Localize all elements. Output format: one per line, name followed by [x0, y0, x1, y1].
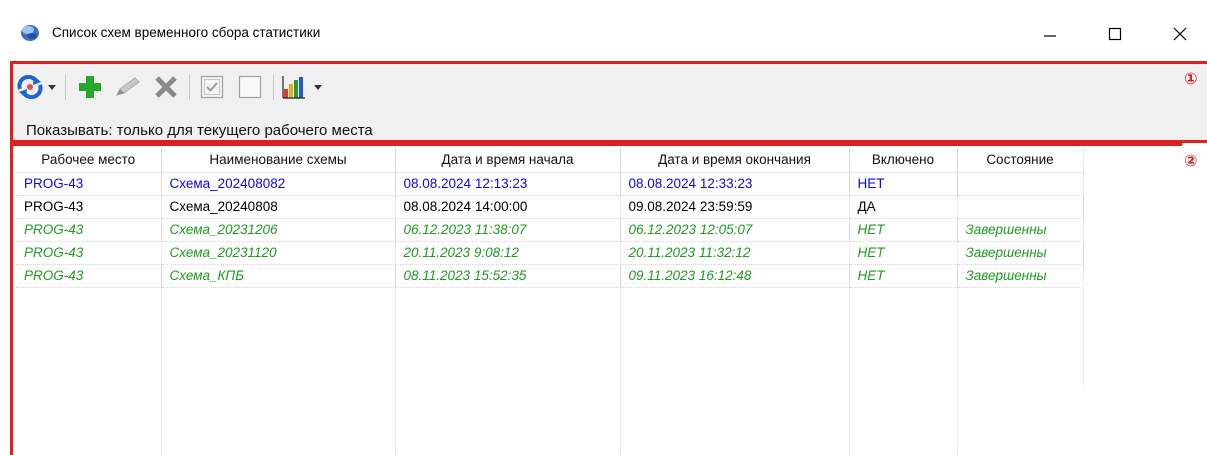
table-header-row: Рабочее место Наименование схемы Дата и … [16, 148, 1084, 173]
column-header-status[interactable]: Состояние [957, 148, 1084, 173]
chevron-down-icon [314, 84, 322, 90]
cell-scheme-name: Схема_202408082 [161, 172, 396, 196]
cell-status [957, 172, 1084, 196]
cell-start-datetime: 08.11.2023 15:52:35 [395, 264, 621, 288]
schemes-table: Рабочее место Наименование схемы Дата и … [16, 148, 1084, 288]
delete-button[interactable] [149, 72, 183, 102]
close-icon [1173, 27, 1187, 41]
refresh-button[interactable] [15, 72, 45, 102]
cell-scheme-name: Схема_20240808 [161, 195, 396, 219]
cell-workplace: PROG-43 [16, 218, 162, 242]
column-header-scheme-name[interactable]: Наименование схемы [161, 148, 396, 173]
column-divider [161, 148, 162, 455]
cell-status: Завершенны [957, 241, 1084, 265]
pencil-icon [116, 77, 140, 96]
refresh-dropdown-arrow[interactable] [47, 72, 57, 102]
plus-icon [79, 76, 101, 98]
disable-button[interactable] [233, 72, 267, 102]
cell-end-datetime: 09.11.2023 16:12:48 [620, 264, 850, 288]
column-divider [395, 148, 396, 455]
toolbar-separator [273, 74, 274, 100]
column-divider [620, 148, 621, 455]
refresh-icon [17, 75, 43, 99]
column-header-end-datetime[interactable]: Дата и время окончания [620, 148, 850, 173]
table-row[interactable]: PROG-43 Схема_КПБ 08.11.2023 15:52:35 09… [16, 264, 1084, 288]
cell-workplace: PROG-43 [16, 172, 162, 196]
cell-enabled: ДА [849, 195, 958, 219]
table-row[interactable]: PROG-43 Схема_20231206 06.12.2023 11:38:… [16, 218, 1084, 242]
cell-workplace: PROG-43 [16, 241, 162, 265]
toolbar-panel: Показывать: только для текущего рабочего… [10, 61, 1207, 143]
column-header-enabled[interactable]: Включено [849, 148, 958, 173]
statistics-button[interactable] [279, 72, 309, 102]
section-marker-toolbar: ① [1184, 71, 1198, 88]
cell-status: Завершенны [957, 264, 1084, 288]
cell-scheme-name: Схема_20231206 [161, 218, 396, 242]
column-header-workplace[interactable]: Рабочее место [16, 148, 162, 173]
cell-start-datetime: 06.12.2023 11:38:07 [395, 218, 621, 242]
checkbox-empty-icon [238, 75, 262, 99]
cell-workplace: PROG-43 [16, 264, 162, 288]
schemes-grid-panel: Рабочее место Наименование схемы Дата и … [10, 143, 1207, 455]
cell-end-datetime: 20.11.2023 11:32:12 [620, 241, 850, 265]
window-title: Список схем временного сбора статистики [52, 25, 321, 40]
column-divider [957, 148, 958, 455]
cell-start-datetime: 20.11.2023 9:08:12 [395, 241, 621, 265]
enable-button[interactable] [195, 72, 229, 102]
maximize-icon [1108, 27, 1122, 41]
table-row[interactable]: PROG-43 Схема_20240808 08.08.2024 14:00:… [16, 195, 1084, 219]
add-button[interactable] [73, 72, 107, 102]
close-button[interactable] [1157, 15, 1203, 53]
filter-label: Показывать: только для текущего рабочего… [26, 122, 373, 139]
toolbar-separator [189, 74, 190, 100]
table-row[interactable]: PROG-43 Схема_202408082 08.08.2024 12:13… [16, 172, 1084, 196]
cell-enabled: НЕТ [849, 241, 958, 265]
cell-end-datetime: 06.12.2023 12:05:07 [620, 218, 850, 242]
cell-enabled: НЕТ [849, 264, 958, 288]
title-bar: Список схем временного сбора статистики [0, 0, 1207, 60]
column-divider [1083, 148, 1084, 388]
bar-chart-icon [282, 76, 305, 99]
cell-workplace: PROG-43 [16, 195, 162, 219]
edit-button[interactable] [111, 72, 145, 102]
checkbox-checked-icon [200, 75, 224, 99]
toolbar-separator [65, 74, 66, 100]
cell-status: Завершенны [957, 218, 1084, 242]
grid-highlight-border [10, 143, 1182, 146]
chevron-down-icon [48, 84, 56, 90]
minimize-button[interactable] [1027, 15, 1073, 53]
cell-scheme-name: Схема_20231120 [161, 241, 396, 265]
cell-scheme-name: Схема_КПБ [161, 264, 396, 288]
cell-end-datetime: 08.08.2024 12:33:23 [620, 172, 850, 196]
section-marker-grid: ② [1184, 153, 1198, 170]
minimize-icon [1044, 35, 1056, 37]
column-header-start-datetime[interactable]: Дата и время начала [395, 148, 621, 173]
cell-end-datetime: 09.08.2024 23:59:59 [620, 195, 850, 219]
app-icon [21, 25, 39, 41]
statistics-dropdown-arrow[interactable] [313, 72, 323, 102]
cell-enabled: НЕТ [849, 172, 958, 196]
maximize-button[interactable] [1092, 15, 1138, 53]
x-icon [155, 76, 177, 98]
column-divider [849, 148, 850, 455]
cell-enabled: НЕТ [849, 218, 958, 242]
cell-status [957, 195, 1084, 219]
cell-start-datetime: 08.08.2024 14:00:00 [395, 195, 621, 219]
table-row[interactable]: PROG-43 Схема_20231120 20.11.2023 9:08:1… [16, 241, 1084, 265]
cell-start-datetime: 08.08.2024 12:13:23 [395, 172, 621, 196]
